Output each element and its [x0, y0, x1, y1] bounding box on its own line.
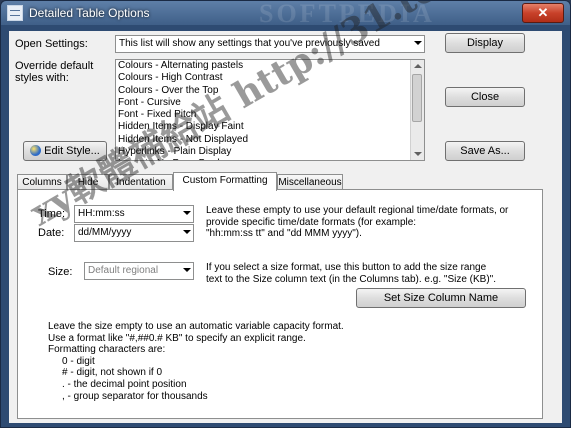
close-icon[interactable]: ✕ [538, 5, 549, 20]
size-note-line: Formatting characters are: [48, 344, 166, 356]
close-window-button[interactable]: ✕ [522, 3, 564, 23]
display-button[interactable]: Display [445, 33, 525, 53]
edit-style-button[interactable]: Edit Style... [23, 141, 107, 161]
size-note-line: # - digit, not shown if 0 [62, 367, 163, 379]
list-item[interactable]: Layout - No Page Border [116, 158, 424, 160]
scroll-thumb[interactable] [412, 74, 422, 122]
time-date-help: Leave these empty to use your default re… [206, 205, 508, 240]
chevron-down-icon [414, 41, 422, 45]
size-help-line: If you select a size format, use this bu… [206, 262, 487, 273]
time-format-value: HH:mm:ss [78, 208, 125, 219]
tab-indentation[interactable]: Indentation [109, 174, 173, 190]
date-format-select[interactable]: dd/MM/yyyy [74, 224, 194, 242]
size-note-line: Leave the size empty to use an automatic… [48, 321, 344, 332]
tab-columns[interactable]: Columns [17, 174, 67, 190]
size-note-line: , - group separator for thousands [62, 390, 208, 402]
list-scrollbar[interactable] [410, 60, 424, 160]
title-bar[interactable]: Detailed Table Options SOFTPEDIA ✕ [1, 1, 570, 28]
override-label-line1: Override default [15, 60, 94, 72]
time-label: Time: [38, 208, 66, 220]
list-item[interactable]: Colours - Over the Top [116, 85, 424, 97]
chevron-down-icon [183, 211, 191, 215]
override-label-line2: styles with: [15, 72, 69, 84]
tab-miscellaneous[interactable]: Miscellaneous [277, 174, 343, 190]
time-format-select[interactable]: HH:mm:ss [74, 205, 194, 223]
size-note-line: Use a format like "#,##0.# KB" to specif… [48, 332, 306, 344]
size-format-value: Default regional [88, 265, 159, 276]
size-note-line: 0 - digit [62, 355, 95, 367]
save-as-button[interactable]: Save As... [445, 141, 525, 161]
list-item[interactable]: Font - Fixed Pitch [116, 109, 424, 121]
size-help: If you select a size format, use this bu… [206, 262, 496, 285]
size-format-select[interactable]: Default regional [84, 262, 194, 280]
list-item[interactable]: Colours - High Contrast [116, 72, 424, 84]
size-note-line: . - the decimal point position [62, 378, 187, 390]
date-format-value: dd/MM/yyyy [78, 227, 132, 238]
dialog-body: Open Settings: This list will show any s… [9, 1, 562, 423]
size-label: Size: [48, 266, 73, 278]
dialog-window: Detailed Table Options SOFTPEDIA ✕ Open … [0, 0, 571, 428]
list-item[interactable]: Hidden Items - Display Faint [116, 121, 424, 133]
chevron-down-icon [183, 268, 191, 272]
size-notes: Leave the size empty to use an automatic… [48, 321, 344, 402]
set-size-column-name-button[interactable]: Set Size Column Name [356, 288, 526, 308]
chevron-down-icon [183, 230, 191, 234]
time-date-help-line: provide specific time/date formats (for … [206, 216, 417, 228]
tab-hide[interactable]: Hide [67, 174, 109, 190]
list-item[interactable]: Hyperlinks - Plain Display [116, 146, 424, 158]
time-date-help-line: Leave these empty to use your default re… [206, 205, 509, 216]
size-help-line: text to the Size column text (in the Col… [206, 273, 496, 285]
scroll-up-icon[interactable] [414, 64, 422, 68]
softpedia-watermark: SOFTPEDIA [259, 0, 435, 28]
list-item[interactable]: Colours - Alternating pastels [116, 60, 424, 72]
tab-custom-formatting[interactable]: Custom Formatting [173, 172, 277, 191]
window-title: Detailed Table Options [29, 6, 150, 20]
date-label: Date: [38, 227, 65, 239]
edit-style-icon [30, 145, 42, 156]
time-date-help-line: "hh:mm:ss tt" and "dd MMM yyyy"). [206, 228, 362, 240]
override-label: Override default styles with: [15, 60, 93, 84]
open-settings-value: This list will show any settings that yo… [119, 38, 380, 49]
style-override-list[interactable]: Colours - Alternating pastels Colours - H… [115, 59, 425, 161]
list-item[interactable]: Hidden Items - Not Displayed [116, 134, 424, 146]
list-item[interactable]: Font - Cursive [116, 97, 424, 109]
close-button[interactable]: Close [445, 87, 525, 107]
open-settings-label: Open Settings: [15, 38, 88, 50]
table-icon [7, 5, 23, 21]
custom-formatting-panel: Time: HH:mm:ss Date: dd/MM/yyyy Leave th… [17, 189, 543, 419]
scroll-down-icon[interactable] [414, 152, 422, 156]
open-settings-select[interactable]: This list will show any settings that yo… [115, 35, 425, 53]
edit-style-label: Edit Style... [44, 145, 100, 157]
